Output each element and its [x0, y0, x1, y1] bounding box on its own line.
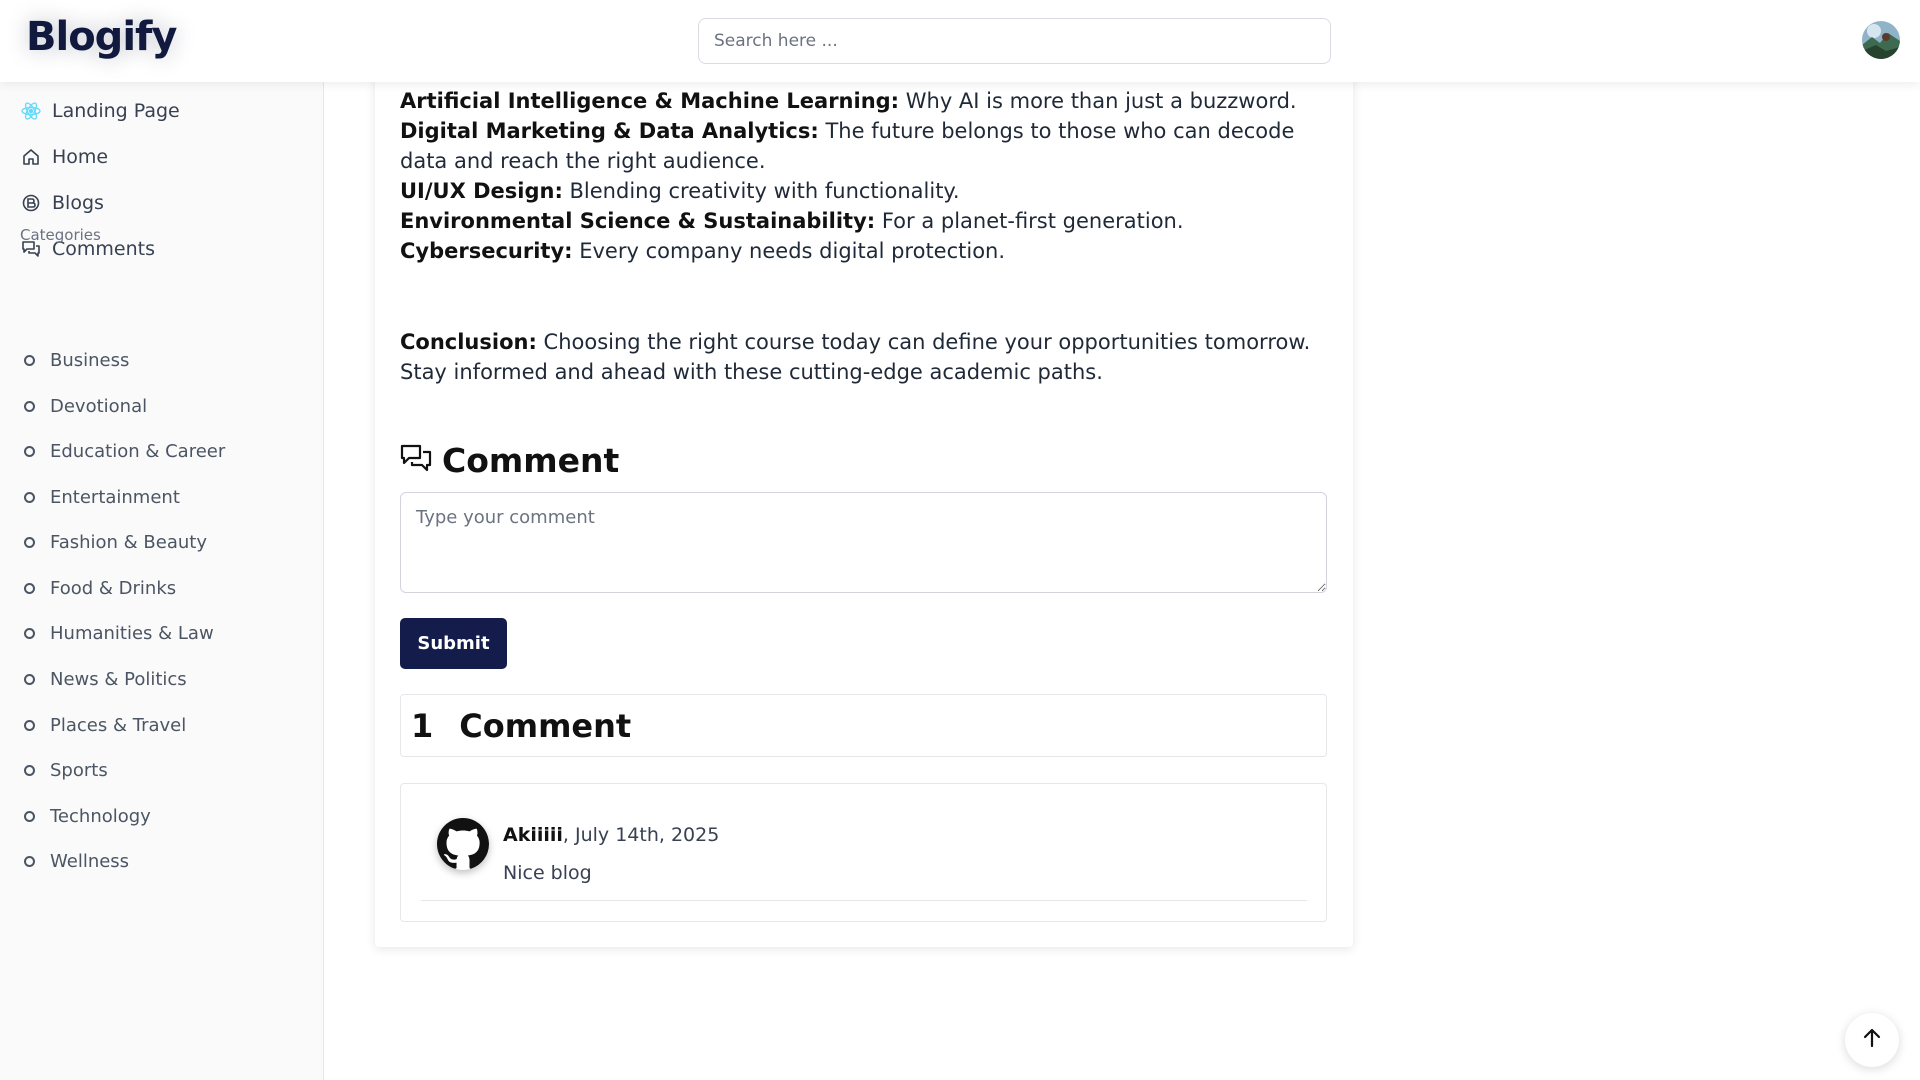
conclusion-label: Conclusion:: [400, 330, 537, 354]
category-label: Humanities & Law: [50, 622, 214, 644]
blog-icon: [20, 192, 42, 214]
comment-count: 1: [411, 706, 434, 745]
react-icon: [20, 100, 42, 122]
conclusion-text: Choosing the right course today can defi…: [400, 330, 1311, 384]
home-icon: [20, 146, 42, 168]
comment-date: , July 14th, 2025: [562, 824, 720, 846]
category-entertainment[interactable]: Entertainment: [24, 483, 180, 511]
circle-icon: [24, 855, 35, 867]
circle-icon: [24, 810, 35, 822]
comment-section-heading: Comment: [400, 440, 619, 480]
article-item: Cybersecurity: Every company needs digit…: [400, 236, 1330, 266]
site-logo[interactable]: Blogify: [26, 14, 177, 60]
comment-count-bar: 1 Comment: [400, 694, 1327, 757]
article-item: UI/UX Design: Blending creativity with f…: [400, 176, 1330, 206]
category-label: Fashion & Beauty: [50, 531, 207, 553]
user-avatar[interactable]: [1862, 21, 1900, 59]
category-label: Entertainment: [50, 486, 180, 508]
github-icon: [437, 818, 489, 870]
sidebar-item-label: Blogs: [52, 192, 104, 214]
scroll-to-top-button[interactable]: [1845, 1013, 1899, 1067]
article-item: Environmental Science & Sustainability: …: [400, 206, 1330, 236]
category-label: Wellness: [50, 850, 130, 872]
arrow-up-icon: [1861, 1027, 1883, 1053]
sidebar-item-label: Landing Page: [52, 100, 180, 122]
circle-icon: [24, 719, 35, 731]
category-business[interactable]: Business: [24, 346, 129, 374]
circle-icon: [24, 582, 35, 594]
category-label: Food & Drinks: [50, 577, 177, 599]
circle-icon: [24, 400, 35, 412]
category-sports[interactable]: Sports: [24, 756, 108, 784]
category-education-career[interactable]: Education & Career: [24, 437, 225, 465]
article-item-label: UI/UX Design:: [400, 179, 563, 203]
category-label: Devotional: [50, 395, 148, 417]
circle-icon: [24, 536, 35, 548]
comment-divider: [421, 900, 1307, 901]
article-item: Digital Marketing & Data Analytics: The …: [400, 116, 1330, 176]
article-item-label: Digital Marketing & Data Analytics:: [400, 119, 819, 143]
article-item-text: Every company needs digital protection.: [572, 239, 1006, 263]
article-item-label: Environmental Science & Sustainability:: [400, 209, 876, 233]
circle-icon: [24, 764, 35, 776]
category-technology[interactable]: Technology: [24, 802, 151, 830]
category-label: Sports: [50, 759, 108, 781]
circle-icon: [24, 354, 35, 366]
sidebar-item-label: Home: [52, 146, 109, 168]
categories-heading: Categories: [20, 226, 101, 244]
category-wellness[interactable]: Wellness: [24, 847, 129, 875]
category-label: Technology: [50, 805, 151, 827]
comment-list-item: Akiiiii, July 14th, 2025 Nice blog: [400, 783, 1327, 922]
sidebar-item-blogs[interactable]: Blogs: [20, 188, 104, 218]
sidebar-item-home[interactable]: Home: [20, 142, 108, 172]
submit-button[interactable]: Submit: [400, 618, 507, 669]
comment-count-label: Comment: [459, 706, 632, 745]
category-label: Education & Career: [50, 440, 226, 462]
sidebar-item-landing-page[interactable]: Landing Page: [20, 96, 180, 126]
category-devotional[interactable]: Devotional: [24, 392, 147, 420]
category-label: Business: [50, 349, 130, 371]
category-label: News & Politics: [50, 668, 187, 690]
category-news-politics[interactable]: News & Politics: [24, 665, 187, 693]
comment-heading-title: Comment: [442, 440, 620, 480]
category-places-travel[interactable]: Places & Travel: [24, 711, 186, 739]
comments-icon: [400, 443, 432, 477]
circle-icon: [24, 627, 35, 639]
category-fashion-beauty[interactable]: Fashion & Beauty: [24, 528, 207, 556]
article-item-label: Artificial Intelligence & Machine Learni…: [400, 89, 900, 113]
circle-icon: [24, 491, 35, 503]
circle-icon: [24, 445, 35, 457]
article-item-label: Cybersecurity:: [400, 239, 573, 263]
top-header: Blogify: [0, 0, 1920, 82]
article-conclusion: Conclusion: Choosing the right course to…: [400, 327, 1330, 387]
comment-author: Akiiiii: [503, 824, 563, 846]
search-input[interactable]: [698, 18, 1331, 64]
article-item: Artificial Intelligence & Machine Learni…: [400, 86, 1330, 116]
article-item-text: Why AI is more than just a buzzword.: [899, 89, 1297, 113]
comment-meta: Akiiiii, July 14th, 2025: [503, 824, 719, 846]
category-label: Places & Travel: [50, 714, 187, 736]
category-food-drinks[interactable]: Food & Drinks: [24, 574, 176, 602]
article-item-text: For a planet-first generation.: [875, 209, 1184, 233]
category-humanities-law[interactable]: Humanities & Law: [24, 619, 214, 647]
circle-icon: [24, 673, 35, 685]
comment-input[interactable]: [400, 492, 1327, 593]
article-item-text: Blending creativity with functionality.: [562, 179, 960, 203]
comment-text: Nice blog: [503, 862, 592, 884]
